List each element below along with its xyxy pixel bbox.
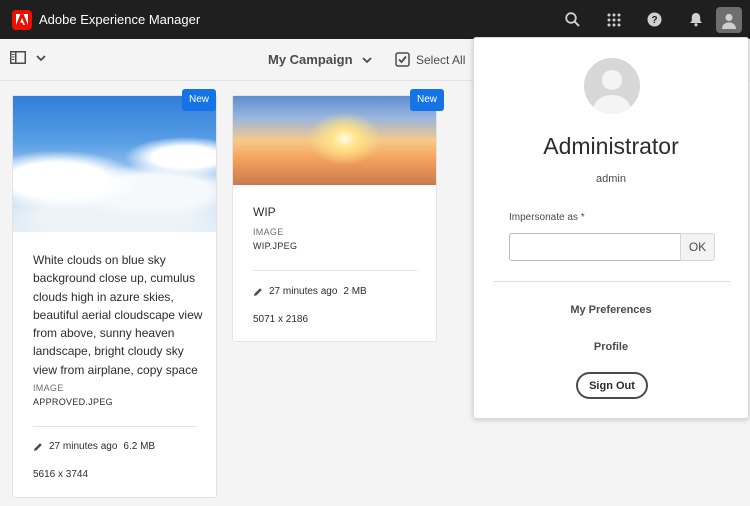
help-icon[interactable]: ? bbox=[634, 0, 675, 39]
rail-toggle-button[interactable] bbox=[10, 51, 46, 64]
asset-thumbnail[interactable] bbox=[13, 96, 216, 232]
top-bar: Adobe Experience Manager ? bbox=[0, 0, 750, 39]
modified-time: 27 minutes ago bbox=[49, 441, 118, 452]
user-profile-popover: Administrator admin Impersonate as * OK … bbox=[473, 37, 749, 419]
asset-title[interactable]: White clouds on blue sky background clos… bbox=[33, 251, 203, 379]
pencil-icon bbox=[34, 442, 42, 451]
user-icon bbox=[722, 13, 736, 29]
sign-out-button[interactable]: Sign Out bbox=[576, 372, 648, 399]
asset-type: IMAGE bbox=[33, 383, 64, 393]
asset-card[interactable]: New WIP IMAGE WIP.JPEG 27 minutes ago 2 … bbox=[232, 89, 444, 342]
user-avatar-button[interactable] bbox=[716, 6, 742, 33]
svg-text:?: ? bbox=[651, 15, 657, 26]
divider bbox=[33, 426, 197, 427]
profile-link[interactable]: Profile bbox=[474, 341, 748, 353]
avatar bbox=[584, 58, 640, 114]
brand[interactable]: Adobe Experience Manager bbox=[12, 9, 201, 30]
username: admin bbox=[596, 173, 626, 185]
asset-filename: APPROVED.JPEG bbox=[33, 397, 113, 407]
bell-icon[interactable] bbox=[675, 0, 716, 39]
asset-dimensions: 5071 x 2186 bbox=[253, 314, 309, 325]
collection-title: My Campaign bbox=[268, 52, 353, 67]
impersonate-label: Impersonate as * bbox=[509, 212, 585, 223]
asset-meta: 27 minutes ago 6.2 MB bbox=[33, 441, 155, 452]
new-badge: New bbox=[181, 89, 216, 111]
chevron-down-icon bbox=[361, 56, 372, 63]
modified-time: 27 minutes ago bbox=[269, 286, 338, 297]
apps-grid-icon[interactable] bbox=[593, 0, 634, 39]
collection-title-dropdown[interactable]: My Campaign bbox=[268, 52, 372, 67]
side-panel-icon bbox=[10, 51, 26, 64]
asset-thumbnail[interactable] bbox=[233, 96, 436, 185]
select-all-button[interactable]: Select All bbox=[395, 52, 465, 67]
select-all-label: Select All bbox=[416, 52, 466, 67]
pencil-icon bbox=[254, 287, 262, 296]
asset-title[interactable]: WIP bbox=[253, 203, 276, 221]
divider bbox=[494, 281, 730, 282]
user-display-name: Administrator bbox=[543, 133, 679, 159]
app-title: Adobe Experience Manager bbox=[39, 12, 201, 27]
file-size: 2 MB bbox=[343, 286, 367, 297]
impersonate-ok-button[interactable]: OK bbox=[680, 233, 715, 261]
asset-filename: WIP.JPEG bbox=[253, 241, 298, 251]
my-preferences-link[interactable]: My Preferences bbox=[474, 304, 748, 316]
asset-meta: 27 minutes ago 2 MB bbox=[253, 286, 367, 297]
select-all-icon bbox=[395, 52, 410, 67]
asset-card[interactable]: New White clouds on blue sky background … bbox=[12, 89, 217, 498]
divider bbox=[253, 270, 417, 271]
asset-dimensions: 5616 x 3744 bbox=[33, 469, 89, 480]
file-size: 6.2 MB bbox=[123, 441, 156, 452]
asset-type: IMAGE bbox=[253, 227, 284, 237]
adobe-logo-icon bbox=[12, 9, 32, 30]
user-icon bbox=[592, 70, 632, 114]
impersonate-input[interactable] bbox=[509, 233, 681, 261]
new-badge: New bbox=[409, 89, 444, 111]
chevron-down-icon bbox=[36, 54, 46, 61]
search-icon[interactable] bbox=[552, 0, 593, 39]
